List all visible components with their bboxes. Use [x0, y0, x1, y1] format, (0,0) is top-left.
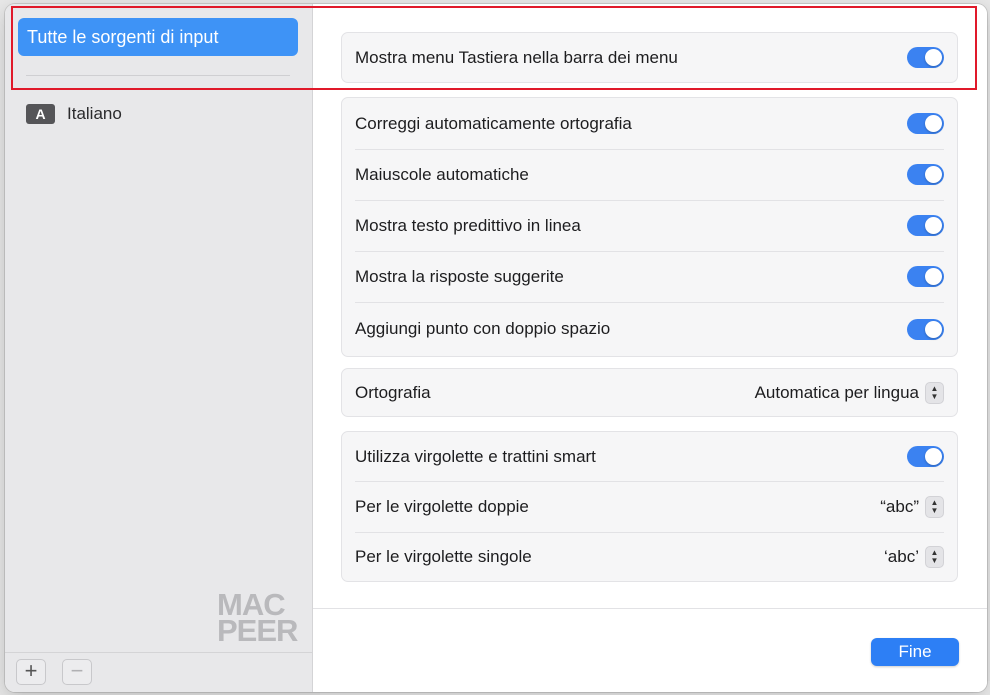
popup-value: “abc” [880, 496, 919, 516]
footer-divider [313, 608, 987, 609]
setting-row-auto-capitalize: Maiuscole automatiche [342, 149, 957, 200]
keyboard-layout-icon: A [26, 104, 55, 124]
setting-row-single-quotes: Per le virgolette singole ‘abc’ ▲ ▼ [342, 532, 957, 581]
quotes-group: Utilizza virgolette e trattini smart Per… [341, 431, 958, 582]
double-quotes-popup[interactable]: “abc” ▲ ▼ [880, 495, 944, 518]
sidebar-item-all-input-sources[interactable]: Tutte le sorgenti di input [18, 18, 298, 56]
single-quotes-popup[interactable]: ‘abc’ ▲ ▼ [884, 545, 944, 568]
setting-row-smart-quotes: Utilizza virgolette e trattini smart [342, 432, 957, 481]
chevron-up-down-icon: ▲ ▼ [925, 381, 944, 404]
setting-label: Maiuscole automatiche [355, 164, 529, 184]
input-sources-sidebar: Tutte le sorgenti di input A Italiano MA… [5, 4, 313, 692]
remove-input-source-button[interactable]: − [62, 659, 92, 685]
setting-label: Per le virgolette singole [355, 546, 532, 566]
setting-row-double-space-period: Aggiungi punto con doppio spazio [342, 302, 957, 356]
popup-value: ‘abc’ [884, 546, 919, 566]
auto-capitalize-toggle[interactable] [907, 164, 944, 185]
setting-label: Correggi automaticamente ortografia [355, 113, 632, 133]
setting-row-double-quotes: Per le virgolette doppie “abc” ▲ ▼ [342, 481, 957, 532]
setting-row-suggested-replies: Mostra la risposte suggerite [342, 251, 957, 302]
setting-label: Mostra menu Tastiera nella barra dei men… [355, 47, 678, 67]
setting-label: Per le virgolette doppie [355, 496, 529, 516]
spelling-language-popup[interactable]: Automatica per lingua ▲ ▼ [754, 381, 944, 404]
chevron-up-down-icon: ▲ ▼ [925, 495, 944, 518]
setting-label: Mostra testo predittivo in linea [355, 215, 581, 235]
input-sources-settings: Mostra menu Tastiera nella barra dei men… [313, 4, 987, 692]
sidebar-item-label: Italiano [67, 104, 122, 123]
typing-options-group: Correggi automaticamente ortografia Maiu… [341, 97, 958, 357]
popup-value: Automatica per lingua [754, 382, 919, 402]
double-space-period-toggle[interactable] [907, 318, 944, 340]
chevron-up-down-icon: ▲ ▼ [925, 545, 944, 568]
setting-label: Mostra la risposte suggerite [355, 266, 564, 286]
sidebar-divider [26, 75, 290, 76]
watermark-line: PEER [217, 613, 298, 648]
spelling-group: Ortografia Automatica per lingua ▲ ▼ [341, 368, 958, 417]
setting-label: Ortografia [355, 382, 431, 402]
setting-row-keyboard-menu: Mostra menu Tastiera nella barra dei men… [342, 33, 957, 82]
setting-label: Aggiungi punto con doppio spazio [355, 319, 611, 338]
setting-row-autocorrect: Correggi automaticamente ortografia [342, 98, 957, 149]
predictive-text-toggle[interactable] [907, 215, 944, 236]
setting-label: Utilizza virgolette e trattini smart [355, 446, 596, 466]
sidebar-item-italiano[interactable]: A Italiano [26, 100, 122, 128]
autocorrect-toggle[interactable] [907, 113, 944, 134]
menu-bar-group: Mostra menu Tastiera nella barra dei men… [341, 32, 958, 83]
keyboard-menu-toggle[interactable] [907, 47, 944, 68]
add-input-source-button[interactable]: + [16, 659, 46, 685]
suggested-replies-toggle[interactable] [907, 266, 944, 287]
smart-quotes-toggle[interactable] [907, 446, 944, 467]
watermark-logo: MAC PEER [217, 589, 307, 648]
keyboard-input-sources-sheet: Tutte le sorgenti di input A Italiano MA… [5, 4, 987, 692]
done-button[interactable]: Fine [871, 638, 959, 666]
setting-row-predictive-text: Mostra testo predittivo in linea [342, 200, 957, 251]
sidebar-bottom-bar: + − [5, 652, 313, 692]
setting-row-spelling: Ortografia Automatica per lingua ▲ ▼ [342, 369, 957, 416]
